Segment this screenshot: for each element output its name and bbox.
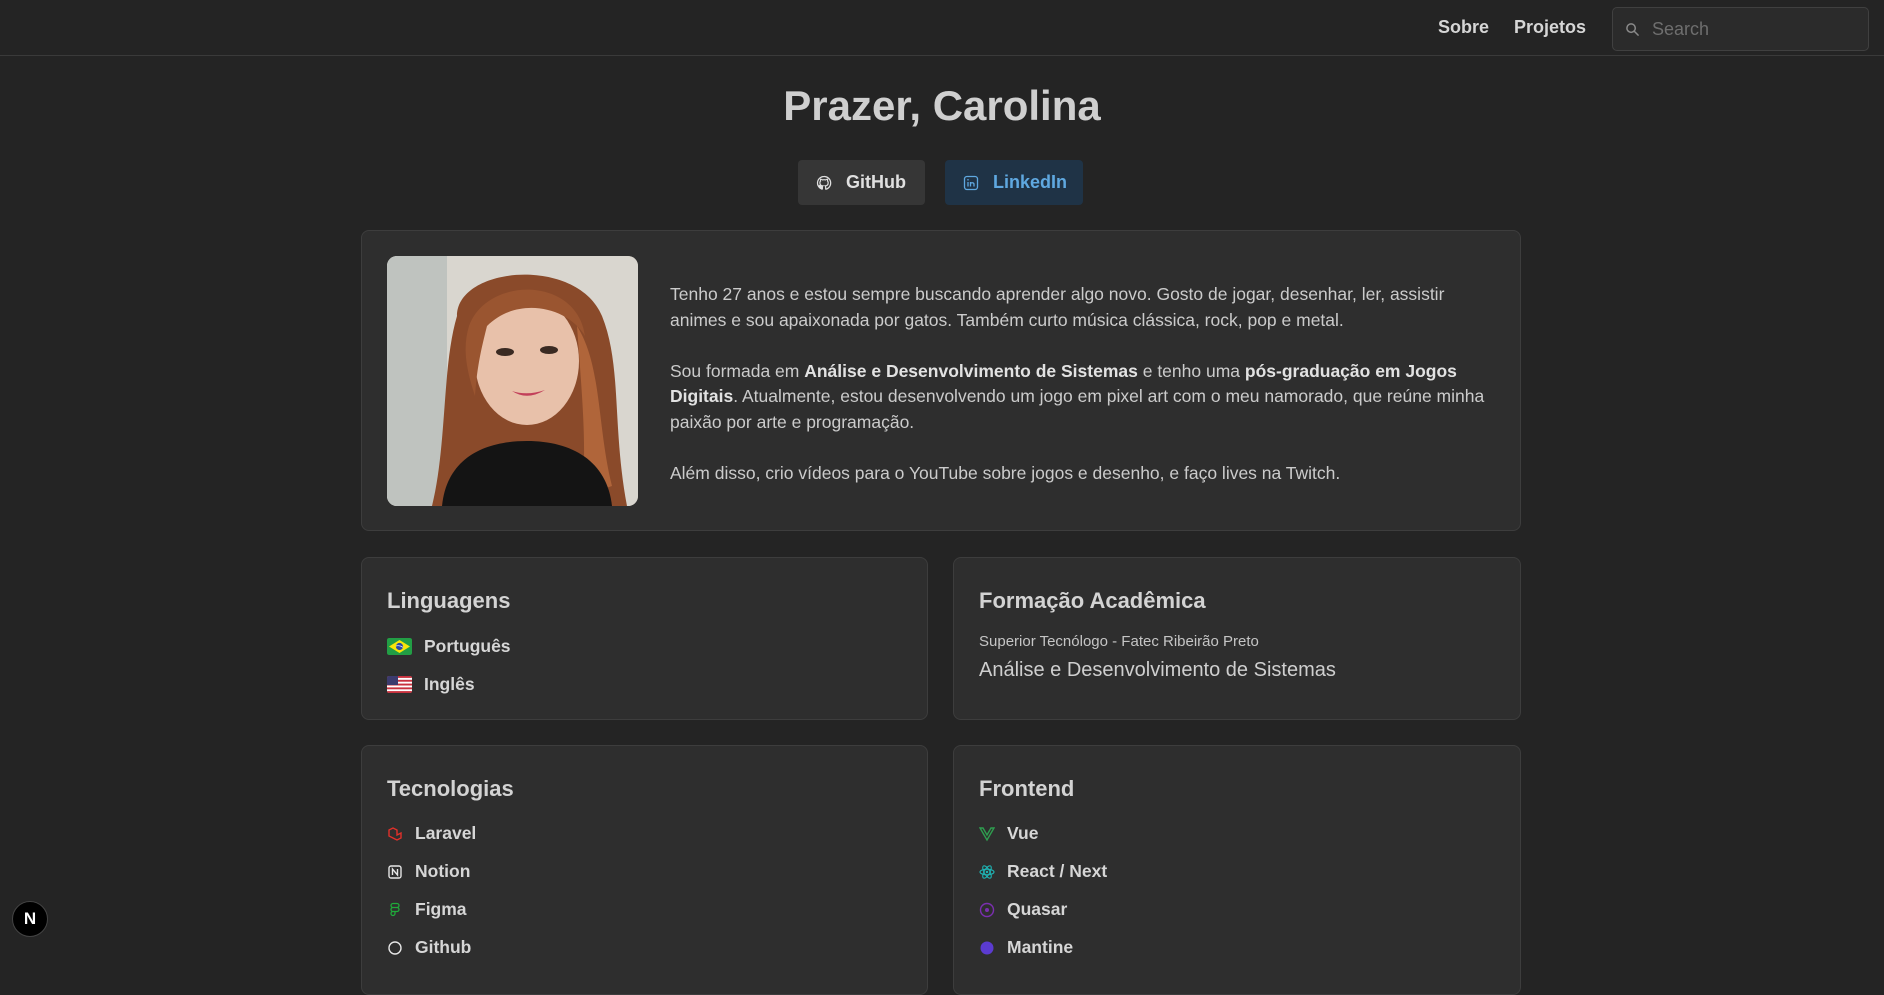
brazil-flag-icon (387, 638, 412, 655)
card-title: Formação Acadêmica (979, 588, 1206, 613)
languages-card: Linguagens Português Inglês (361, 557, 928, 720)
github-icon (816, 175, 832, 190)
nav-link-projects[interactable]: Projetos (1514, 17, 1586, 38)
about-text-fragment: e tenho uma (1137, 360, 1245, 381)
about-text: Tenho 27 anos e estou sempre buscando ap… (670, 282, 1496, 512)
about-card: Tenho 27 anos e estou sempre buscando ap… (361, 230, 1521, 531)
nextjs-dev-badge[interactable]: N (12, 901, 48, 937)
list-item-label: Notion (415, 861, 471, 881)
linkedin-button[interactable]: LinkedIn (945, 160, 1083, 205)
list-item: Inglês (387, 674, 475, 695)
list-item: Figma (387, 899, 467, 920)
list-item-label: Figma (415, 899, 467, 919)
search-input[interactable] (1652, 18, 1852, 40)
technologies-card: Tecnologias Laravel Notion Figma Github (361, 745, 928, 995)
frontend-card: Frontend Vue React / Next Quasar Mantine (953, 745, 1521, 995)
github-button-label: GitHub (846, 172, 906, 192)
top-navbar: Sobre Projetos (0, 0, 1884, 56)
usa-flag-icon (387, 676, 412, 693)
about-paragraph: Sou formada em Análise e Desenvolvimento… (670, 359, 1496, 436)
list-item: React / Next (979, 861, 1107, 882)
page-title: Prazer, Carolina (783, 82, 1101, 129)
about-highlight-degree: Análise e Desenvolvimento de Sistemas (804, 360, 1138, 381)
card-title: Linguagens (387, 588, 511, 613)
react-icon (979, 864, 995, 879)
card-title: Frontend (979, 776, 1075, 801)
notion-icon (388, 864, 402, 879)
search-box[interactable] (1612, 7, 1869, 51)
list-item-label: Quasar (1007, 899, 1068, 919)
list-item-label: Laravel (415, 823, 477, 843)
search-icon (1626, 22, 1639, 36)
list-item-label: Inglês (424, 674, 475, 694)
about-text-fragment: . Atualmente, estou desenvolvendo um jog… (670, 386, 1485, 432)
nextjs-badge-label: N (23, 909, 37, 928)
laravel-icon (388, 826, 402, 841)
list-item-label: Vue (1007, 823, 1039, 843)
nav-link-about[interactable]: Sobre (1438, 17, 1489, 38)
list-item: Português (387, 636, 511, 657)
card-title: Tecnologias (387, 776, 514, 801)
vue-icon (979, 826, 995, 841)
list-item: Notion (387, 861, 470, 882)
list-item-label: React / Next (1007, 861, 1108, 881)
education-card: Formação Acadêmica Superior Tecnólogo - … (953, 557, 1521, 720)
education-course: Análise e Desenvolvimento de Sistemas (979, 659, 1336, 681)
linkedin-button-label: LinkedIn (993, 172, 1068, 192)
education-institution: Superior Tecnólogo - Fatec Ribeirão Pret… (979, 633, 1259, 650)
quasar-icon (979, 902, 995, 917)
list-item-label: Português (424, 636, 511, 656)
about-paragraph: Tenho 27 anos e estou sempre buscando ap… (670, 284, 1445, 330)
list-item: Quasar (979, 899, 1067, 920)
about-text-fragment: Sou formada em (670, 360, 805, 381)
list-item: Laravel (387, 823, 476, 844)
list-item: Vue (979, 823, 1038, 844)
figma-icon (390, 902, 400, 916)
about-paragraph: Além disso, crio vídeos para o YouTube s… (670, 462, 1341, 483)
linkedin-icon (963, 175, 979, 190)
github-button[interactable]: GitHub (798, 160, 925, 205)
profile-photo (387, 256, 638, 506)
